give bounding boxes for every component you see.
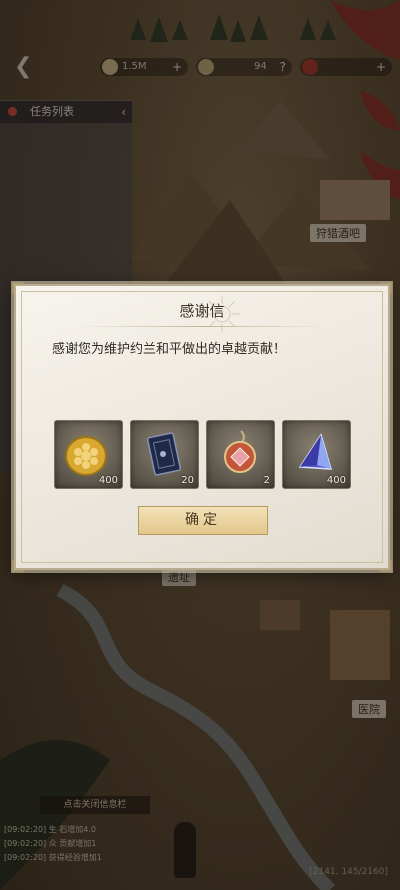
dialog-message: 感谢您为维护约兰和平做出的卓越贡献！	[52, 342, 287, 357]
frame-corner	[380, 560, 392, 572]
reward-item[interactable]: 20	[130, 420, 199, 489]
reward-item[interactable]: 2	[206, 420, 275, 489]
frame-corner	[12, 282, 24, 294]
dialog-title: 感谢信	[179, 302, 225, 320]
frame-corner	[12, 560, 24, 572]
reward-quantity: 400	[98, 475, 118, 486]
frame-corner	[380, 282, 392, 294]
reward-quantity: 400	[326, 475, 346, 486]
reward-item[interactable]: 400	[54, 420, 123, 489]
reward-list: 400 20 2 400	[54, 420, 352, 490]
thank-you-letter-dialog: 感谢信 感谢您为维护约兰和平做出的卓越贡献！ 400 20 2 400 确定	[12, 282, 392, 572]
title-divider	[76, 326, 328, 327]
confirm-button[interactable]: 确定	[138, 506, 268, 535]
reward-item[interactable]: 400	[282, 420, 351, 489]
reward-quantity: 20	[181, 475, 194, 486]
reward-quantity: 2	[263, 475, 270, 486]
